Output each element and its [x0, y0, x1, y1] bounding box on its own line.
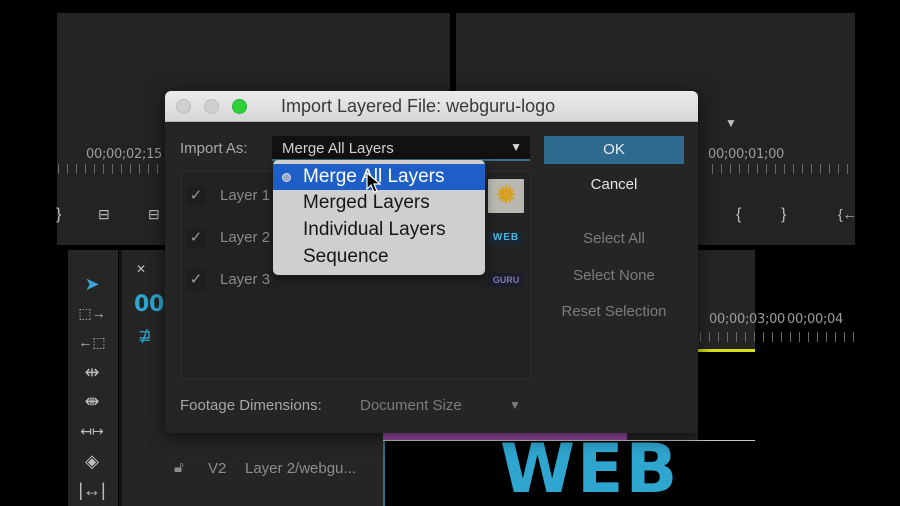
chevron-down-icon[interactable]: ▼	[725, 116, 737, 130]
snap-icon[interactable]: ⋣	[138, 326, 151, 346]
selection-tool-icon[interactable]: ➤	[78, 273, 106, 295]
menu-item-individual-layers[interactable]: Individual Layers	[273, 217, 485, 243]
layer-checkbox[interactable]: ✓	[186, 186, 206, 206]
layer-name: Layer 2	[220, 229, 271, 246]
dialog-title: Import Layered File: webguru-logo	[281, 96, 556, 116]
timeline-timecode-a: 00;00;03;00	[709, 312, 786, 327]
screen-edge	[855, 0, 900, 506]
dialog-titlebar[interactable]: Import Layered File: webguru-logo	[165, 91, 698, 122]
lock-icon[interactable]: 🔓︎	[174, 459, 184, 476]
source-timecode: 00;00;02;15	[86, 147, 163, 162]
mark-out-icon[interactable]: }	[56, 206, 61, 224]
select-none-button[interactable]: Select None	[544, 262, 684, 290]
select-all-button[interactable]: Select All	[544, 225, 684, 253]
import-as-label: Import As:	[180, 140, 248, 157]
zoom-window-button[interactable]	[232, 99, 247, 114]
close-window-button[interactable]	[176, 99, 191, 114]
menu-item-label: Merged Layers	[303, 192, 430, 213]
layer-thumbnail: ✹	[488, 179, 524, 213]
layer-name: Layer 3	[220, 271, 271, 288]
footage-dimensions-select[interactable]: Document Size	[360, 397, 462, 414]
layer-thumbnail: WEB	[488, 231, 524, 245]
mark-in-icon[interactable]: {	[736, 206, 741, 224]
overwrite-icon[interactable]: ⊟	[148, 206, 160, 223]
chevron-down-icon: ▼	[510, 140, 522, 154]
layer-thumbnail: GURU	[488, 273, 524, 287]
layer-name: Layer 1	[220, 187, 271, 204]
go-to-in-icon[interactable]: {←	[838, 206, 857, 222]
mark-out-icon[interactable]: }	[781, 206, 786, 224]
chevron-down-icon[interactable]: ▼	[509, 398, 521, 412]
timeline-timecode-b: 00;00;04	[787, 312, 843, 327]
razor-tool-icon[interactable]: ◈	[78, 450, 106, 472]
track-name: V2	[208, 460, 227, 477]
import-as-select[interactable]: Merge All Layers ▼	[272, 136, 530, 161]
mouse-cursor-icon	[366, 172, 382, 193]
sun-logo-icon: ✹	[495, 182, 517, 209]
track-select-forward-icon[interactable]: ⬚→	[78, 302, 106, 324]
insert-icon[interactable]: ⊟	[98, 206, 110, 223]
slide-tool-icon[interactable]: |↔|	[78, 479, 106, 501]
clip-name[interactable]: Layer 2/webgu...	[245, 460, 356, 477]
source-ruler[interactable]	[58, 164, 166, 174]
timeline-ruler[interactable]	[700, 332, 855, 342]
layer-checkbox[interactable]: ✓	[186, 270, 206, 290]
ok-button[interactable]: OK	[544, 136, 684, 164]
preview-web-text: WEB	[500, 430, 680, 506]
slip-tool-icon[interactable]: ↤↦	[78, 420, 106, 442]
cancel-button[interactable]: Cancel	[544, 171, 684, 199]
menu-item-label: Individual Layers	[303, 219, 446, 240]
layer-checkbox[interactable]: ✓	[186, 228, 206, 248]
menu-item-sequence[interactable]: Sequence	[273, 244, 485, 270]
program-timecode: 00;00;01;00	[708, 147, 785, 162]
program-ruler[interactable]	[712, 164, 855, 174]
ripple-edit-icon[interactable]: ⇹	[78, 361, 106, 383]
menu-item-label: Sequence	[303, 246, 389, 267]
reset-selection-button[interactable]: Reset Selection	[544, 298, 684, 326]
selected-bullet-icon	[282, 173, 291, 182]
track-select-backward-icon[interactable]: ←⬚	[78, 331, 106, 353]
footage-dimensions-label: Footage Dimensions:	[180, 397, 322, 414]
close-tab-icon[interactable]: ✕	[136, 262, 146, 276]
minimize-window-button[interactable]	[204, 99, 219, 114]
rate-stretch-icon[interactable]: ⇼	[78, 390, 106, 412]
import-as-value: Merge All Layers	[282, 140, 394, 157]
timeline-track-area	[698, 352, 755, 442]
